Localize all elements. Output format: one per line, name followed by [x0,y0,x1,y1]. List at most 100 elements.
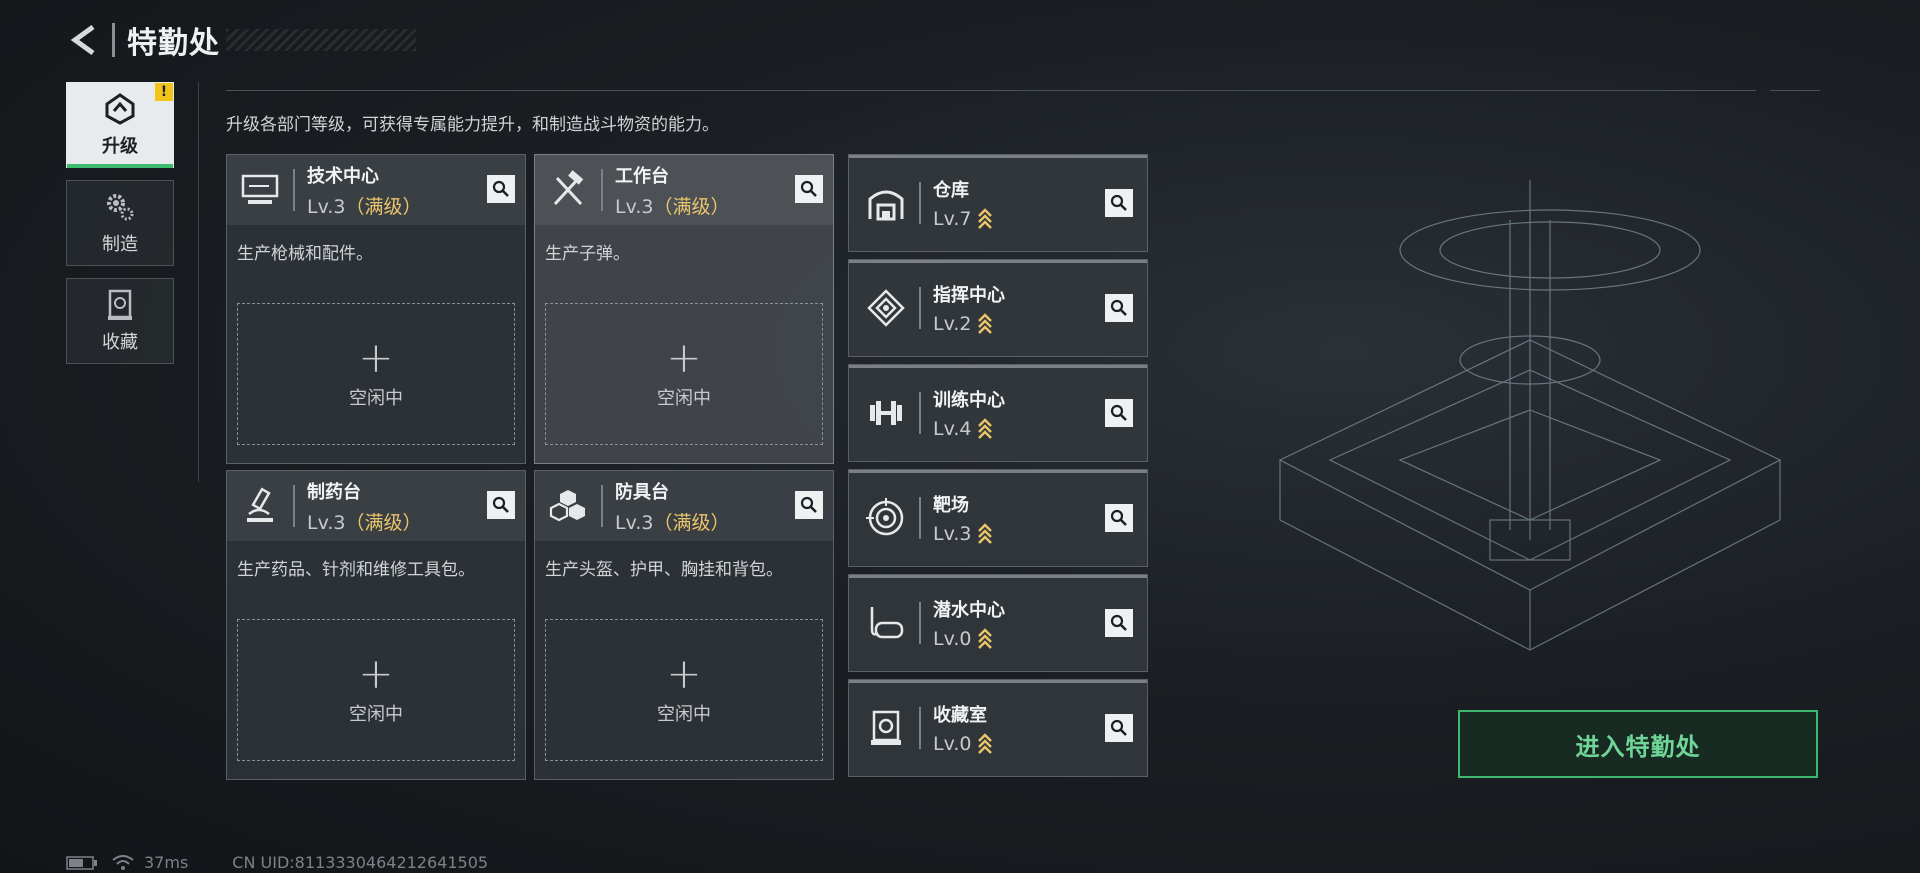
upgrade-chevron-icon [978,628,993,649]
max-level-tag: （满级） [345,511,422,534]
section-description: 升级各部门等级，可获得专属能力提升，和制造战斗物资的能力。 [226,115,719,135]
facility-name: 靶场 [933,495,969,516]
search-icon [1110,299,1127,316]
status-bar: 37ms CN UID:8113330464212641505 [66,853,488,872]
level-value: Lv.2 [933,313,972,335]
facility-collection-room[interactable]: 收藏室 Lv.0 [848,679,1148,777]
search-button[interactable] [795,491,823,519]
search-icon [492,496,509,513]
enter-button-label: 进入特勤处 [1575,732,1701,761]
card-level: Lv.3（满级） [307,192,422,219]
upgrade-chevron-icon [978,523,993,544]
facility-training-center[interactable]: 训练中心 Lv.4 [848,364,1148,462]
tab-craft[interactable]: 制造 [66,180,174,266]
upgrade-chevron-icon [978,733,993,754]
row-separator [919,287,921,329]
card-level: Lv.3（满级） [307,508,422,535]
plus-icon: + [358,649,394,698]
tools-icon [541,163,595,217]
level-value: Lv.0 [933,628,972,650]
search-button[interactable] [795,175,823,203]
card-armor-bench[interactable]: 防具台 Lv.3（满级） 生产头盔、护甲、胸挂和背包。 + 空闲中 [534,470,834,780]
card-description: 生产药品、针剂和维修工具包。 [237,560,475,580]
search-icon [1110,719,1127,736]
card-description: 生产枪械和配件。 [237,244,373,264]
idle-slot[interactable]: + 空闲中 [545,619,823,761]
level-line: Lv.0 [933,733,993,755]
idle-slot[interactable]: + 空闲中 [545,303,823,445]
slot-status: 空闲中 [349,388,403,409]
monitor-icon [233,163,287,217]
tab-collection-label: 收藏 [102,332,138,353]
card-pharmacy[interactable]: 制药台 Lv.3（满级） 生产药品、针剂和维修工具包。 + 空闲中 [226,470,526,780]
title-divider [112,23,115,57]
card-name: 制药台 [307,481,361,503]
card-header: 制药台 Lv.3（满级） [227,471,525,541]
target-icon [859,491,913,545]
header-separator [601,485,603,527]
search-button[interactable] [487,175,515,203]
card-workbench[interactable]: 工作台 Lv.3（满级） 生产子弹。 + 空闲中 [534,154,834,464]
gears-icon [107,194,134,221]
idle-slot[interactable]: + 空闲中 [237,303,515,445]
level-value: Lv.7 [933,208,972,230]
row-separator [919,182,921,224]
facility-name: 潜水中心 [933,600,1005,621]
idle-slot[interactable]: + 空闲中 [237,619,515,761]
tab-upgrade[interactable]: ! 升级 [66,82,174,168]
microscope-icon [233,479,287,533]
level-line: Lv.0 [933,628,1005,650]
search-button[interactable] [1105,714,1133,742]
facility-diving-center[interactable]: 潜水中心 Lv.0 [848,574,1148,672]
search-icon [492,180,509,197]
facility-name: 仓库 [933,180,969,201]
search-button[interactable] [1105,504,1133,532]
card-description: 生产头盔、护甲、胸挂和背包。 [545,560,783,580]
enter-special-ops-button[interactable]: 进入特勤处 [1458,710,1818,778]
facility-name: 收藏室 [933,705,987,726]
level-line: Lv.2 [933,313,1005,335]
upgrade-icon [105,93,135,125]
dumbbell-icon [859,386,913,440]
sidebar-divider [198,82,199,482]
facility-shooting-range[interactable]: 靶场 Lv.3 [848,469,1148,567]
row-separator [919,497,921,539]
search-button[interactable] [1105,609,1133,637]
plus-icon: + [358,333,394,382]
search-button[interactable] [1105,294,1133,322]
max-level-tag: （满级） [345,195,422,218]
card-name: 技术中心 [307,165,379,187]
level-value: Lv.4 [933,418,972,440]
tab-upgrade-label: 升级 [102,136,138,157]
back-button[interactable] [64,20,104,60]
search-button[interactable] [1105,189,1133,217]
tab-collection[interactable]: 收藏 [66,278,174,364]
tab-craft-label: 制造 [102,234,138,255]
top-rule-end [1770,90,1820,91]
notice-badge: ! [155,83,173,101]
slot-status: 空闲中 [657,388,711,409]
base-blueprint-illustration [1278,180,1782,651]
top-rule [226,90,1756,91]
user-uid: CN UID:8113330464212641505 [232,853,489,872]
page-title: 特勤处 [127,26,220,61]
search-button[interactable] [487,491,515,519]
row-separator [919,392,921,434]
card-name: 工作台 [615,165,669,187]
search-button[interactable] [1105,399,1133,427]
card-level: Lv.3（满级） [615,192,730,219]
level-line: Lv.7 [933,208,993,230]
card-tech-center[interactable]: 技术中心 Lv.3（满级） 生产枪械和配件。 + 空闲中 [226,154,526,464]
upgrade-chevron-icon [978,418,993,439]
facility-warehouse[interactable]: 仓库 Lv.7 [848,154,1148,252]
search-icon [1110,509,1127,526]
level-value: Lv.3 [307,511,346,534]
card-level: Lv.3（满级） [615,508,730,535]
facility-command-center[interactable]: 指挥中心 Lv.2 [848,259,1148,357]
facility-name: 训练中心 [933,390,1005,411]
card-name: 防具台 [615,481,669,503]
slot-status: 空闲中 [657,704,711,725]
wifi-icon [112,854,134,870]
row-separator [919,602,921,644]
back-arrow-icon [70,24,95,56]
